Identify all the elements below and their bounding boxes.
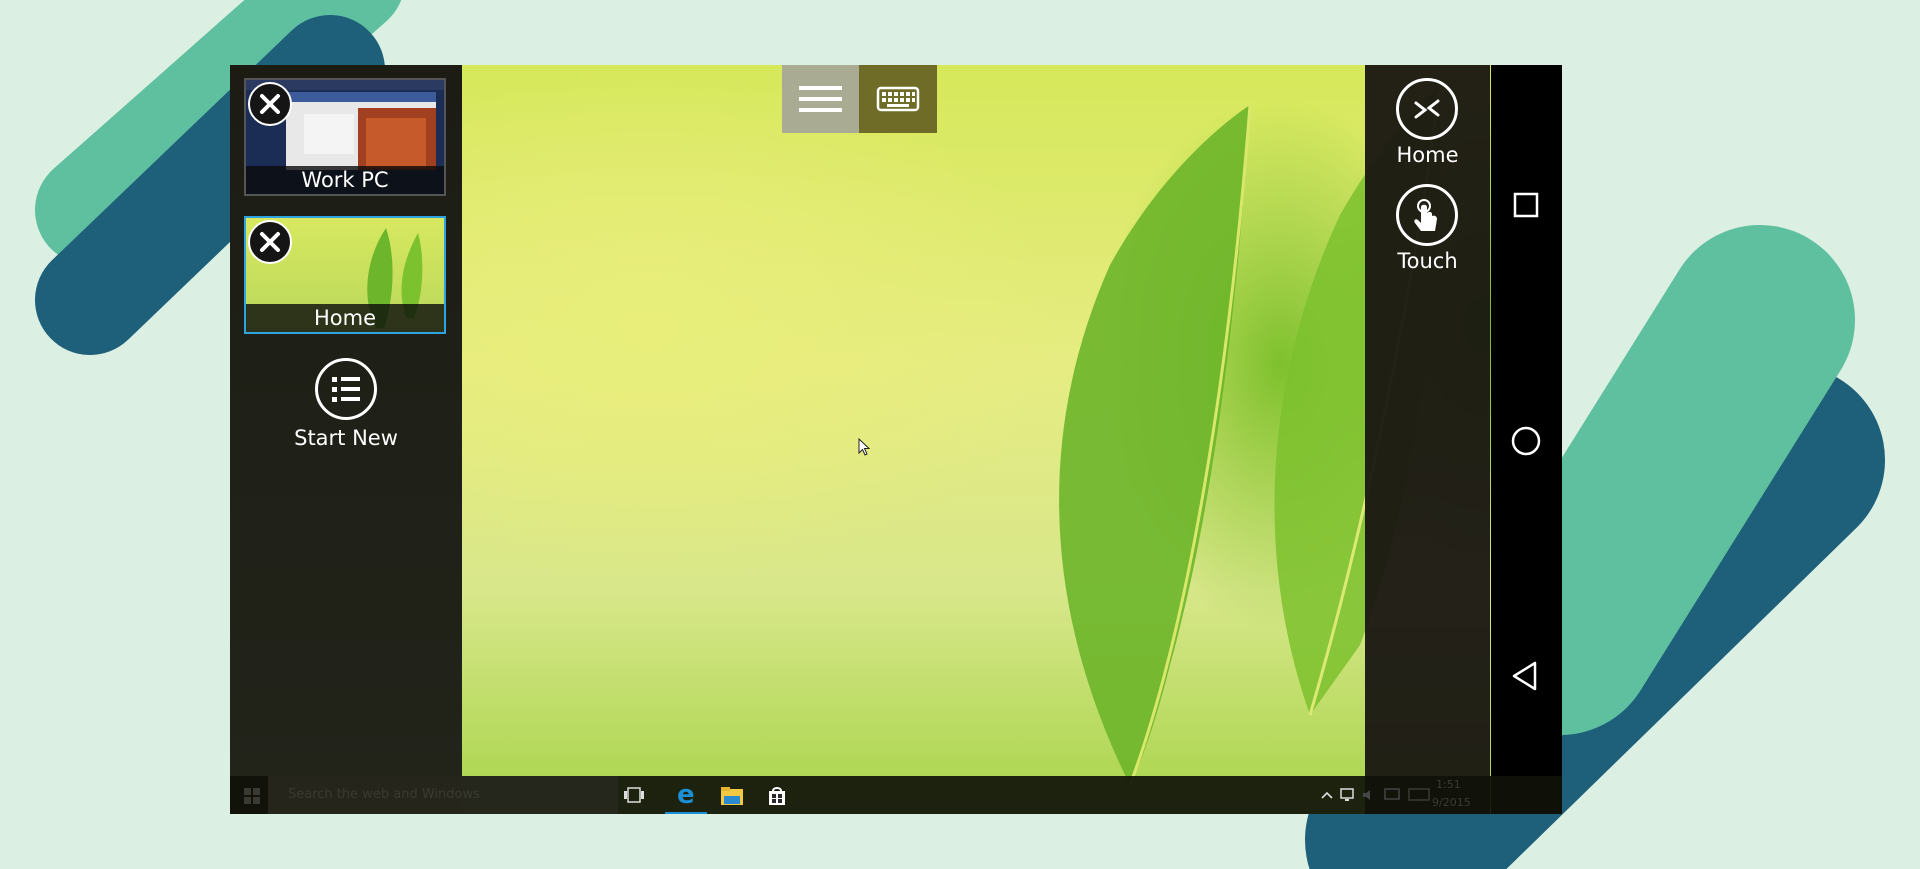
remote-desktop-icon	[1414, 99, 1440, 119]
touch-mode-button[interactable]	[1396, 184, 1458, 246]
remote-desktop-device: Work PC Home Start New Home Touch Search…	[230, 65, 1562, 814]
keyboard-button[interactable]	[859, 65, 937, 133]
list-icon	[332, 377, 360, 402]
touch-keyboard-icon[interactable]	[1408, 788, 1430, 802]
task-view-icon[interactable]	[623, 786, 645, 804]
session-label: Home	[246, 304, 444, 332]
recents-button[interactable]	[1511, 190, 1541, 220]
session-label: Work PC	[246, 166, 444, 194]
circle-icon	[1511, 426, 1541, 456]
volume-icon[interactable]	[1362, 788, 1378, 802]
windows-start-icon[interactable]	[244, 788, 260, 804]
svg-text:e: e	[677, 780, 695, 810]
triangle-back-icon	[1512, 661, 1537, 691]
close-icon	[260, 94, 280, 114]
mouse-cursor-icon	[858, 438, 871, 456]
clock-date: 9/2015	[1432, 796, 1471, 809]
android-home-button[interactable]	[1510, 425, 1542, 457]
sessions-panel: Work PC Home Start New	[230, 65, 462, 814]
touch-hand-icon	[1414, 199, 1437, 231]
hamburger-icon	[799, 86, 842, 112]
android-navigation-bar	[1491, 65, 1562, 814]
touch-mode-label: Touch	[1397, 249, 1458, 273]
start-new-label: Start New	[294, 426, 398, 450]
close-icon	[260, 232, 280, 252]
taskbar-search-input[interactable]: Search the web and Windows	[268, 776, 618, 814]
windows-taskbar: Search the web and Windows e 1:51 9/2015	[230, 776, 1562, 814]
back-button[interactable]	[1509, 660, 1541, 692]
file-explorer-icon[interactable]	[720, 786, 744, 806]
edge-icon: e	[677, 780, 695, 810]
start-new-button[interactable]	[315, 358, 377, 420]
session-home[interactable]: Home	[244, 216, 446, 334]
clock-time: 1:51	[1436, 778, 1461, 791]
close-session-button[interactable]	[248, 82, 292, 126]
edge-taskbar-button[interactable]: e	[665, 776, 707, 814]
notification-icon[interactable]	[1384, 788, 1400, 802]
home-action-label: Home	[1396, 143, 1459, 167]
actions-panel: Home Touch	[1365, 65, 1490, 814]
keyboard-icon	[876, 86, 920, 112]
chevron-up-icon[interactable]	[1320, 788, 1334, 802]
menu-button[interactable]	[782, 65, 859, 133]
close-session-button[interactable]	[248, 220, 292, 264]
session-work-pc[interactable]: Work PC	[244, 78, 446, 196]
system-tray: 1:51 9/2015	[1320, 776, 1520, 814]
square-icon	[1513, 192, 1539, 218]
store-icon[interactable]	[766, 785, 788, 807]
home-action-button[interactable]	[1396, 78, 1458, 140]
network-icon[interactable]	[1340, 788, 1358, 802]
